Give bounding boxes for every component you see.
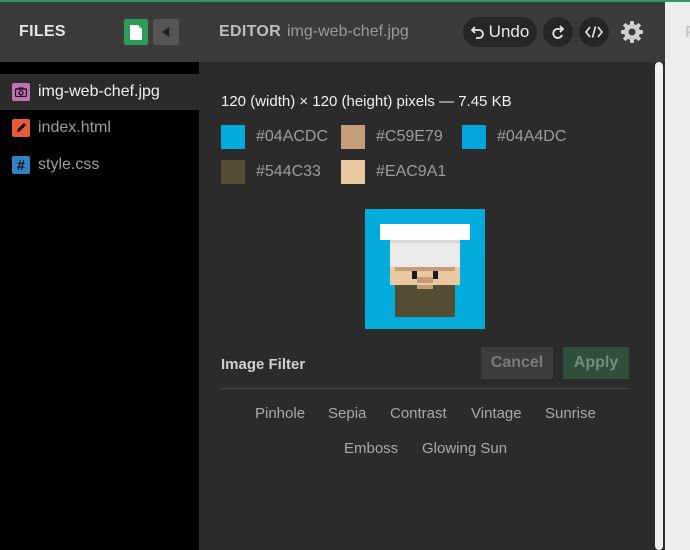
file-item-index-html[interactable]: index.html (0, 110, 199, 146)
preview-panel-edge-letter: P (685, 24, 690, 42)
hash-icon: # (12, 156, 30, 174)
scrollbar-thumb[interactable] (655, 62, 663, 550)
file-item-img-web-chef[interactable]: img-web-chef.jpg (0, 74, 199, 110)
filter-option-sunrise[interactable]: Sunrise (545, 405, 596, 422)
image-filter-title: Image Filter (221, 356, 306, 373)
camera-icon (12, 83, 30, 101)
filter-option-contrast[interactable]: Contrast (390, 405, 447, 422)
preview-panel-edge: P (665, 2, 690, 550)
color-swatch[interactable] (221, 125, 245, 149)
editor-filename: img-web-chef.jpg (287, 23, 409, 40)
color-swatch[interactable] (462, 125, 486, 149)
view-code-button[interactable] (579, 17, 609, 47)
undo-label: Undo (488, 22, 530, 41)
color-hex-label: #C59E79 (376, 128, 443, 145)
settings-button[interactable] (617, 17, 647, 47)
image-preview (365, 209, 485, 329)
undo-icon (470, 26, 484, 39)
collapse-sidebar-button[interactable] (153, 19, 179, 45)
color-hex-label: #544C33 (256, 163, 321, 180)
editor-title: EDITOR (219, 23, 281, 40)
editor-header: EDITOR img-web-chef.jpg Undo (199, 2, 665, 62)
filter-option-sepia[interactable]: Sepia (328, 405, 366, 422)
new-file-button[interactable] (124, 19, 148, 45)
apply-button[interactable]: Apply (563, 347, 629, 379)
redo-icon (552, 25, 565, 39)
redo-button[interactable] (543, 17, 573, 47)
file-item-label: style.css (38, 156, 100, 173)
undo-button[interactable]: Undo (463, 17, 537, 47)
color-swatch[interactable] (341, 125, 365, 149)
filter-option-glowing-sun[interactable]: Glowing Sun (422, 440, 507, 457)
color-hex-label: #04A4DC (497, 128, 567, 145)
file-item-label: index.html (38, 119, 111, 136)
image-editor-panel: 120 (width) × 120 (height) pixels — 7.45… (199, 62, 652, 550)
filter-option-vintage[interactable]: Vintage (471, 405, 522, 422)
color-swatch[interactable] (221, 160, 245, 184)
image-dimensions: 120 (width) × 120 (height) pixels — 7.45… (221, 93, 512, 110)
editor-scrollbar[interactable] (652, 62, 665, 550)
new-file-icon (130, 24, 142, 40)
chevron-left-icon (162, 27, 169, 37)
files-title: FILES (19, 23, 66, 40)
files-header: FILES (0, 2, 199, 62)
color-hex-label: #04ACDC (256, 128, 329, 145)
filter-divider (221, 388, 629, 389)
file-item-label: img-web-chef.jpg (38, 83, 160, 100)
pencil-icon (12, 119, 30, 137)
color-hex-label: #EAC9A1 (376, 163, 447, 180)
cancel-button[interactable]: Cancel (481, 347, 553, 379)
file-item-style-css[interactable]: # style.css (0, 147, 199, 183)
filter-option-emboss[interactable]: Emboss (344, 440, 398, 457)
files-sidebar: img-web-chef.jpg index.html # style.css (0, 62, 199, 550)
gear-icon (621, 21, 643, 43)
filter-option-pinhole[interactable]: Pinhole (255, 405, 305, 422)
color-swatch[interactable] (341, 160, 365, 184)
code-icon (585, 26, 603, 38)
